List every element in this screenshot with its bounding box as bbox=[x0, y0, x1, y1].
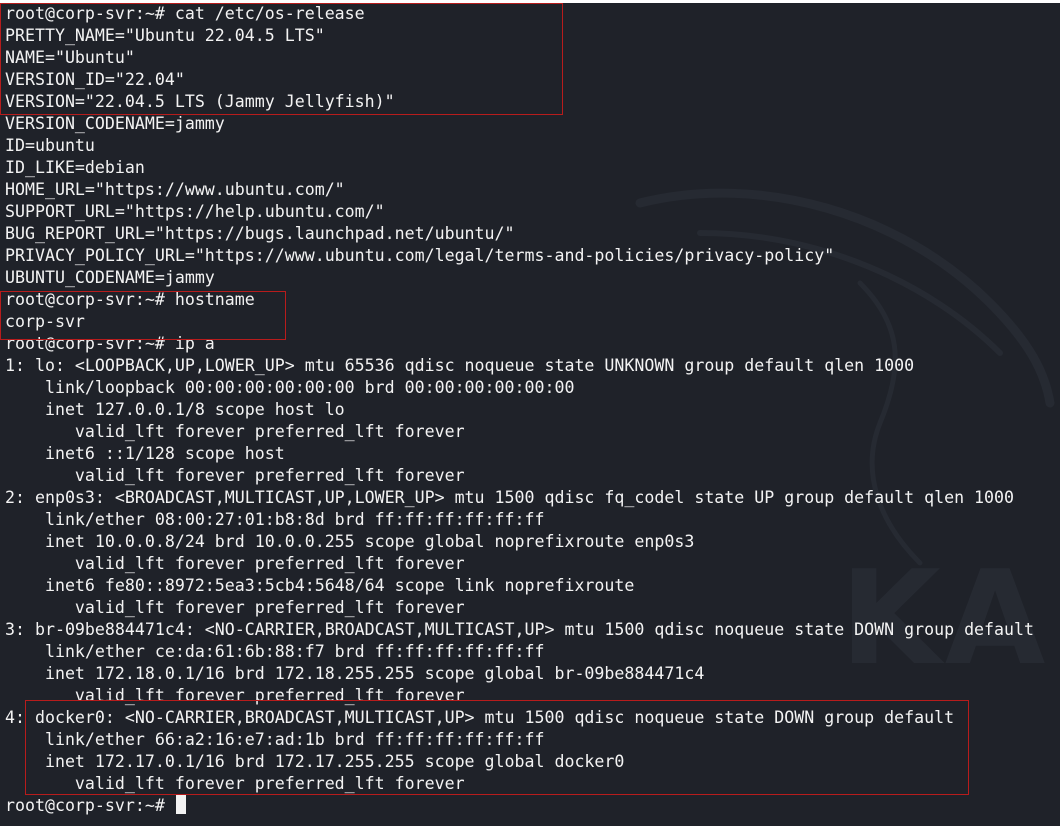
terminal-line: corp-svr bbox=[5, 312, 85, 331]
terminal-window[interactable]: KALI root@corp-svr:~# cat /etc/os-releas… bbox=[0, 3, 1060, 826]
terminal-line: valid_lft forever preferred_lft forever bbox=[5, 774, 465, 793]
terminal-line: inet 172.18.0.1/16 brd 172.18.255.255 sc… bbox=[5, 664, 705, 683]
terminal-line: 4: docker0: <NO-CARRIER,BROADCAST,MULTIC… bbox=[5, 708, 955, 727]
terminal-line: root@corp-svr:~# cat /etc/os-release bbox=[5, 4, 365, 23]
terminal-line: inet6 fe80::8972:5ea3:5cb4:5648/64 scope… bbox=[5, 576, 635, 595]
terminal-line: valid_lft forever preferred_lft forever bbox=[5, 686, 465, 705]
terminal-line: valid_lft forever preferred_lft forever bbox=[5, 598, 465, 617]
terminal-line: HOME_URL="https://www.ubuntu.com/" bbox=[5, 180, 345, 199]
terminal-line: inet6 ::1/128 scope host bbox=[5, 444, 285, 463]
terminal-output[interactable]: root@corp-svr:~# cat /etc/os-release PRE… bbox=[5, 3, 1034, 817]
terminal-line: inet 10.0.0.8/24 brd 10.0.0.255 scope gl… bbox=[5, 532, 695, 551]
terminal-prompt-line[interactable]: root@corp-svr:~# bbox=[5, 795, 1034, 817]
terminal-line: valid_lft forever preferred_lft forever bbox=[5, 466, 465, 485]
terminal-line: VERSION="22.04.5 LTS (Jammy Jellyfish)" bbox=[5, 92, 395, 111]
terminal-line: BUG_REPORT_URL="https://bugs.launchpad.n… bbox=[5, 224, 515, 243]
terminal-line: ID=ubuntu bbox=[5, 136, 95, 155]
terminal-line: SUPPORT_URL="https://help.ubuntu.com/" bbox=[5, 202, 385, 221]
terminal-line: ID_LIKE=debian bbox=[5, 158, 145, 177]
terminal-line: PRETTY_NAME="Ubuntu 22.04.5 LTS" bbox=[5, 26, 325, 45]
terminal-line: inet 127.0.0.1/8 scope host lo bbox=[5, 400, 345, 419]
terminal-line: inet 172.17.0.1/16 brd 172.17.255.255 sc… bbox=[5, 752, 625, 771]
terminal-line: 3: br-09be884471c4: <NO-CARRIER,BROADCAS… bbox=[5, 620, 1034, 639]
terminal-line: PRIVACY_POLICY_URL="https://www.ubuntu.c… bbox=[5, 246, 835, 265]
terminal-line: 1: lo: <LOOPBACK,UP,LOWER_UP> mtu 65536 … bbox=[5, 356, 915, 375]
terminal-line: valid_lft forever preferred_lft forever bbox=[5, 554, 465, 573]
terminal-line: link/ether 08:00:27:01:b8:8d brd ff:ff:f… bbox=[5, 510, 545, 529]
terminal-cursor bbox=[175, 795, 186, 814]
terminal-line: valid_lft forever preferred_lft forever bbox=[5, 422, 465, 441]
terminal-line: NAME="Ubuntu" bbox=[5, 48, 135, 67]
terminal-line: UBUNTU_CODENAME=jammy bbox=[5, 268, 215, 287]
terminal-line: link/ether 66:a2:16:e7:ad:1b brd ff:ff:f… bbox=[5, 730, 545, 749]
terminal-line: 2: enp0s3: <BROADCAST,MULTICAST,UP,LOWER… bbox=[5, 488, 1015, 507]
terminal-line: link/loopback 00:00:00:00:00:00 brd 00:0… bbox=[5, 378, 575, 397]
terminal-line: VERSION_CODENAME=jammy bbox=[5, 114, 225, 133]
terminal-line: VERSION_ID="22.04" bbox=[5, 70, 185, 89]
terminal-line: root@corp-svr:~# hostname bbox=[5, 290, 255, 309]
terminal-prompt: root@corp-svr:~# bbox=[5, 796, 175, 815]
terminal-line: root@corp-svr:~# ip a bbox=[5, 334, 215, 353]
terminal-line: link/ether ce:da:61:6b:88:f7 brd ff:ff:f… bbox=[5, 642, 545, 661]
